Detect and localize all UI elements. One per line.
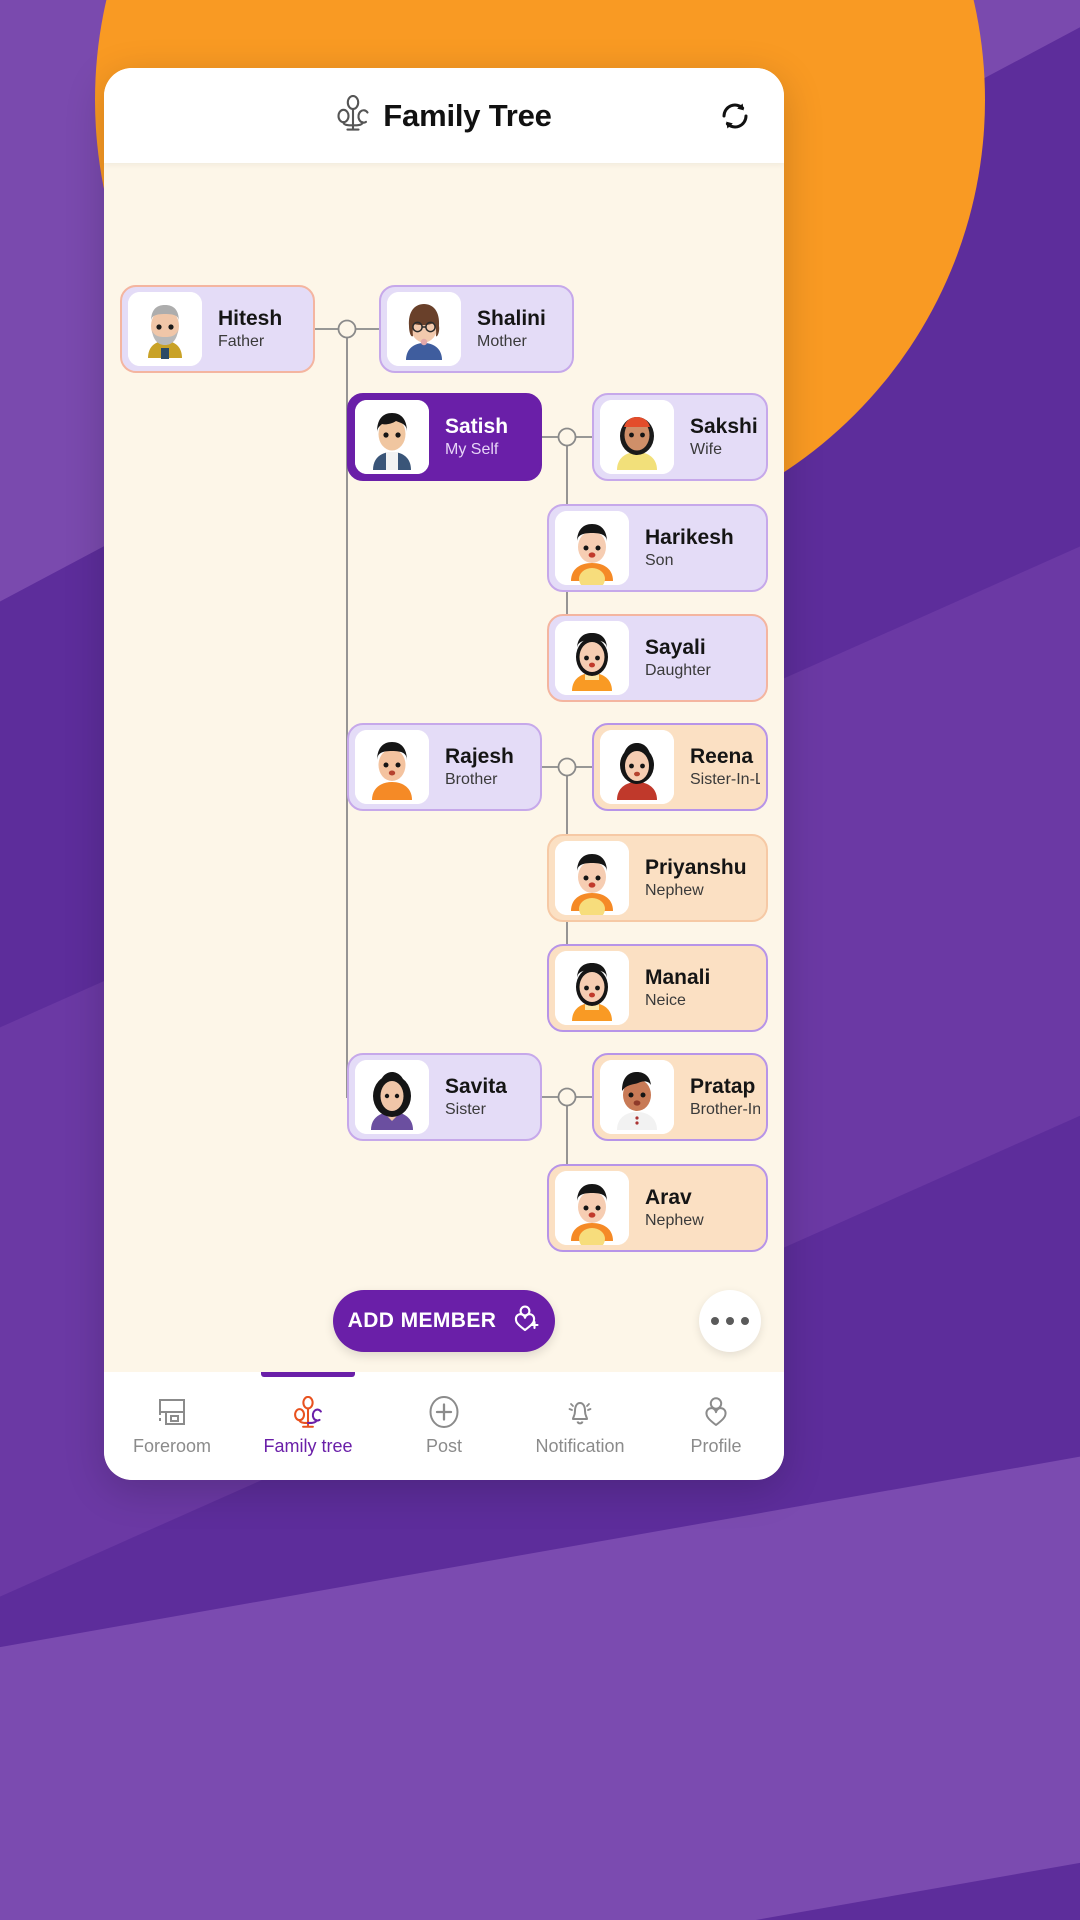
nav-item-notification[interactable]: Notification	[512, 1372, 648, 1480]
app-header: Family Tree	[104, 68, 784, 163]
member-name: Reena	[690, 744, 754, 768]
member-role: Son	[645, 552, 674, 570]
avatar-manali	[555, 951, 629, 1025]
member-name: Sayali	[645, 635, 706, 659]
avatar-shalini	[387, 292, 461, 366]
member-role: Neice	[645, 992, 686, 1010]
member-role: Mother	[477, 333, 527, 351]
member-card-shalini[interactable]: Shalini Mother	[379, 285, 574, 373]
plus-circle-icon	[428, 1395, 460, 1429]
avatar-priyanshu	[555, 841, 629, 915]
nav-item-profile[interactable]: Profile	[648, 1372, 784, 1480]
member-name: Manali	[645, 965, 711, 989]
page-title: Family Tree	[383, 97, 552, 133]
more-dots-icon	[726, 1317, 734, 1325]
member-name: Harikesh	[645, 525, 734, 549]
member-role: My Self	[445, 441, 499, 459]
member-name: Savita	[445, 1074, 507, 1098]
member-name: Priyanshu	[645, 855, 747, 879]
member-name: Satish	[445, 414, 509, 438]
member-name: Arav	[645, 1185, 692, 1209]
bell-icon	[564, 1395, 596, 1429]
add-member-label: ADD MEMBER	[347, 1309, 497, 1332]
member-name: Shalini	[477, 306, 546, 330]
nav-label: Notification	[535, 1436, 625, 1456]
member-card-manali[interactable]: Manali Neice	[547, 944, 768, 1032]
member-card-priyanshu[interactable]: Priyanshu Nephew	[547, 834, 768, 922]
member-card-harikesh[interactable]: Harikesh Son	[547, 504, 768, 592]
member-role: Nephew	[645, 1212, 704, 1230]
phone-screen: Family Tree Hitesh Father Shalini Mother…	[104, 68, 784, 1480]
more-dots-icon	[741, 1317, 749, 1325]
family-tree-icon	[292, 1395, 324, 1429]
family-tree-icon	[336, 94, 370, 136]
member-card-hitesh[interactable]: Hitesh Father	[120, 285, 315, 373]
foreroom-icon	[156, 1395, 188, 1429]
member-role: Daughter	[645, 662, 711, 680]
member-name: Hitesh	[218, 306, 283, 330]
avatar-reena	[600, 730, 674, 804]
nav-label: Foreroom	[132, 1436, 212, 1456]
member-card-satish[interactable]: Satish My Self	[347, 393, 542, 481]
more-options-button[interactable]	[699, 1290, 761, 1352]
member-role: Sister	[445, 1101, 486, 1119]
member-card-sayali[interactable]: Sayali Daughter	[547, 614, 768, 702]
avatar-sakshi	[600, 400, 674, 474]
member-role: Sister-In-Law	[690, 771, 760, 789]
nav-item-family-tree[interactable]: Family tree	[240, 1372, 376, 1480]
add-person-heart-icon	[510, 1304, 540, 1339]
refresh-icon[interactable]	[715, 96, 755, 136]
member-role: Father	[218, 333, 265, 351]
avatar-arav	[555, 1171, 629, 1245]
member-card-reena[interactable]: Reena Sister-In-Law	[592, 723, 768, 811]
member-name: Pratap	[690, 1074, 756, 1098]
nav-item-post[interactable]: Post	[376, 1372, 512, 1480]
add-member-button[interactable]: ADD MEMBER	[333, 1290, 555, 1352]
family-tree-canvas[interactable]: Hitesh Father Shalini Mother Satish My S…	[104, 163, 784, 1383]
member-role: Brother	[445, 771, 498, 789]
member-name: Sakshi	[690, 414, 758, 438]
bottom-navigation: Foreroom Family tree Post Notification P…	[104, 1372, 784, 1480]
avatar-hitesh	[128, 292, 202, 366]
more-dots-icon	[711, 1317, 719, 1325]
nav-item-foreroom[interactable]: Foreroom	[104, 1372, 240, 1480]
nav-label: Post	[425, 1436, 463, 1456]
avatar-pratap	[600, 1060, 674, 1134]
avatar-savita	[355, 1060, 429, 1134]
member-role: Brother-In-Law	[690, 1101, 760, 1119]
avatar-satish	[355, 400, 429, 474]
member-card-arav[interactable]: Arav Nephew	[547, 1164, 768, 1252]
member-role: Wife	[690, 441, 722, 459]
member-name: Rajesh	[445, 744, 514, 768]
member-role: Nephew	[645, 882, 704, 900]
nav-label: Profile	[690, 1436, 742, 1456]
avatar-sayali	[555, 621, 629, 695]
avatar-harikesh	[555, 511, 629, 585]
avatar-rajesh	[355, 730, 429, 804]
profile-icon	[701, 1395, 731, 1429]
member-card-pratap[interactable]: Pratap Brother-In-Law	[592, 1053, 768, 1141]
nav-label: Family tree	[263, 1436, 353, 1456]
member-card-savita[interactable]: Savita Sister	[347, 1053, 542, 1141]
member-card-sakshi[interactable]: Sakshi Wife	[592, 393, 768, 481]
member-card-rajesh[interactable]: Rajesh Brother	[347, 723, 542, 811]
